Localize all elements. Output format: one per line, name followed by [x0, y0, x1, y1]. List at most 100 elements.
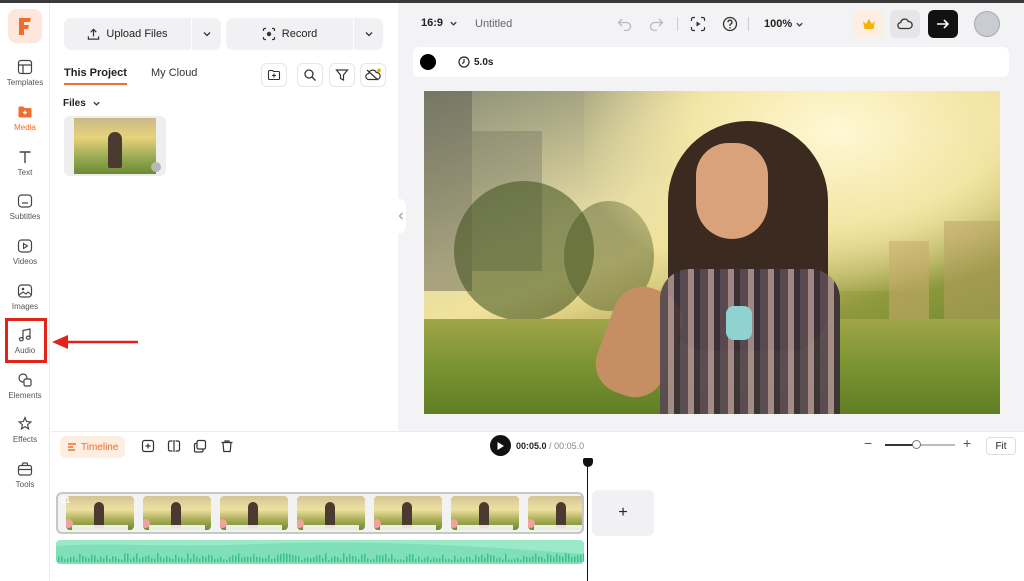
preview-icon: [690, 16, 706, 32]
sidebar-item-label: Tools: [15, 480, 35, 489]
crown-icon: [863, 19, 875, 29]
upload-dropdown-toggle[interactable]: [191, 18, 221, 50]
timecode: 00:05.0 / 00:05.0: [516, 441, 584, 451]
cloud-sync-button[interactable]: [360, 63, 386, 87]
undo-icon: [617, 18, 632, 31]
record-main[interactable]: Record: [226, 18, 353, 50]
clock-icon: [458, 56, 470, 68]
thumbnail-image: [74, 118, 156, 174]
trash-icon: [221, 440, 233, 453]
tab-my-cloud[interactable]: My Cloud: [151, 67, 197, 85]
files-dropdown[interactable]: Files: [63, 98, 101, 109]
girl-dress: [660, 269, 840, 414]
current-time: 00:05.0: [516, 441, 547, 451]
add-clip-button[interactable]: +: [592, 490, 654, 536]
sidebar: Templates Media Text Subtitles Videos Im…: [0, 3, 50, 581]
media-file-thumbnail[interactable]: [64, 116, 166, 176]
sidebar-item-label: Effects: [12, 435, 38, 444]
timeline-label: Timeline: [81, 441, 119, 453]
tools-icon: [17, 462, 33, 476]
new-folder-button[interactable]: [261, 63, 287, 87]
total-time: 00:05.0: [554, 441, 585, 451]
record-icon: [262, 27, 275, 41]
play-button[interactable]: [490, 435, 511, 456]
subtitles-icon: [17, 194, 33, 208]
timeline-icon: [68, 443, 76, 451]
split-button[interactable]: [166, 438, 182, 454]
audio-track[interactable]: [56, 540, 584, 564]
search-icon: [304, 69, 316, 81]
audio-highlight-box: [5, 318, 47, 363]
project-title[interactable]: Untitled: [475, 18, 512, 30]
audio-waveform-icon: [56, 540, 584, 562]
zoom-out-button[interactable]: −: [864, 435, 872, 451]
filter-button[interactable]: [329, 63, 355, 87]
timeline-toggle[interactable]: Timeline: [60, 436, 126, 458]
zoom-in-button[interactable]: +: [963, 435, 971, 451]
arrow-right-icon: [937, 19, 950, 29]
track-number: 01: [61, 496, 70, 505]
add-to-timeline-button[interactable]: [140, 438, 156, 454]
sidebar-item-label: Subtitles: [9, 212, 41, 221]
editor-topbar: 16:9 Untitled 100%: [398, 3, 1024, 45]
redo-button[interactable]: [647, 15, 665, 33]
collapse-panel-button[interactable]: [396, 199, 406, 233]
new-folder-icon: [267, 69, 281, 81]
bg-building: [889, 241, 929, 321]
preview-button[interactable]: [689, 15, 707, 33]
chevron-down-icon: [203, 32, 210, 37]
sidebar-item-label: Videos: [12, 257, 38, 266]
cloud-save-button[interactable]: [890, 10, 920, 38]
export-button[interactable]: [928, 10, 958, 38]
sidebar-item-media[interactable]: Media: [0, 104, 50, 146]
undo-button[interactable]: [616, 15, 634, 33]
sidebar-item-label: Elements: [8, 391, 42, 400]
text-icon: [19, 151, 31, 163]
sidebar-item-effects[interactable]: Effects: [0, 416, 50, 458]
background-color-button[interactable]: [420, 54, 436, 70]
delete-button[interactable]: [219, 438, 235, 454]
logo-f-icon: [19, 18, 31, 35]
upload-files-button[interactable]: Upload Files: [64, 18, 221, 50]
files-label: Files: [63, 98, 86, 109]
avatar[interactable]: [974, 11, 1000, 37]
images-icon: [17, 284, 33, 298]
fit-button[interactable]: Fit: [986, 437, 1016, 455]
tab-this-project[interactable]: This Project: [64, 67, 127, 85]
sidebar-item-elements[interactable]: Elements: [0, 372, 50, 414]
sidebar-item-text[interactable]: Text: [0, 149, 50, 191]
record-button[interactable]: Record: [226, 18, 383, 50]
cloud-off-icon: [365, 68, 381, 81]
sidebar-item-videos[interactable]: Videos: [0, 238, 50, 280]
canvas-preview-image[interactable]: [424, 91, 1000, 414]
sidebar-item-label: Images: [11, 302, 39, 311]
girl-face: [696, 143, 768, 239]
clip-frame: [374, 496, 442, 530]
upgrade-button[interactable]: [854, 10, 884, 38]
zoom-slider-handle[interactable]: [912, 440, 921, 449]
video-track[interactable]: 01: [56, 492, 584, 534]
sidebar-item-templates[interactable]: Templates: [0, 59, 50, 101]
playhead-handle[interactable]: [583, 458, 593, 467]
play-icon: [497, 441, 504, 450]
sidebar-item-subtitles[interactable]: Subtitles: [0, 193, 50, 235]
zoom-select[interactable]: 100%: [764, 18, 804, 30]
annotation-arrow-icon: [52, 335, 138, 349]
app-logo[interactable]: [8, 9, 42, 43]
duration-button[interactable]: 5.0s: [458, 56, 493, 68]
search-button[interactable]: [297, 63, 323, 87]
record-dropdown-toggle[interactable]: [353, 18, 383, 50]
media-panel: Upload Files Record This Project My Clou…: [51, 3, 396, 431]
clip-frame: [220, 496, 288, 530]
upload-files-main[interactable]: Upload Files: [64, 18, 191, 50]
effects-icon: [17, 416, 33, 431]
aspect-ratio-select[interactable]: 16:9: [421, 17, 458, 29]
frame-caption: [534, 525, 582, 530]
clip-frame: [528, 496, 582, 530]
duplicate-button[interactable]: [192, 438, 208, 454]
media-tabs: This Project My Cloud: [64, 67, 197, 85]
zoom-value: 100%: [764, 18, 793, 30]
zoom-slider-fill: [885, 444, 915, 446]
help-button[interactable]: [721, 15, 739, 33]
sidebar-item-tools[interactable]: Tools: [0, 461, 50, 503]
